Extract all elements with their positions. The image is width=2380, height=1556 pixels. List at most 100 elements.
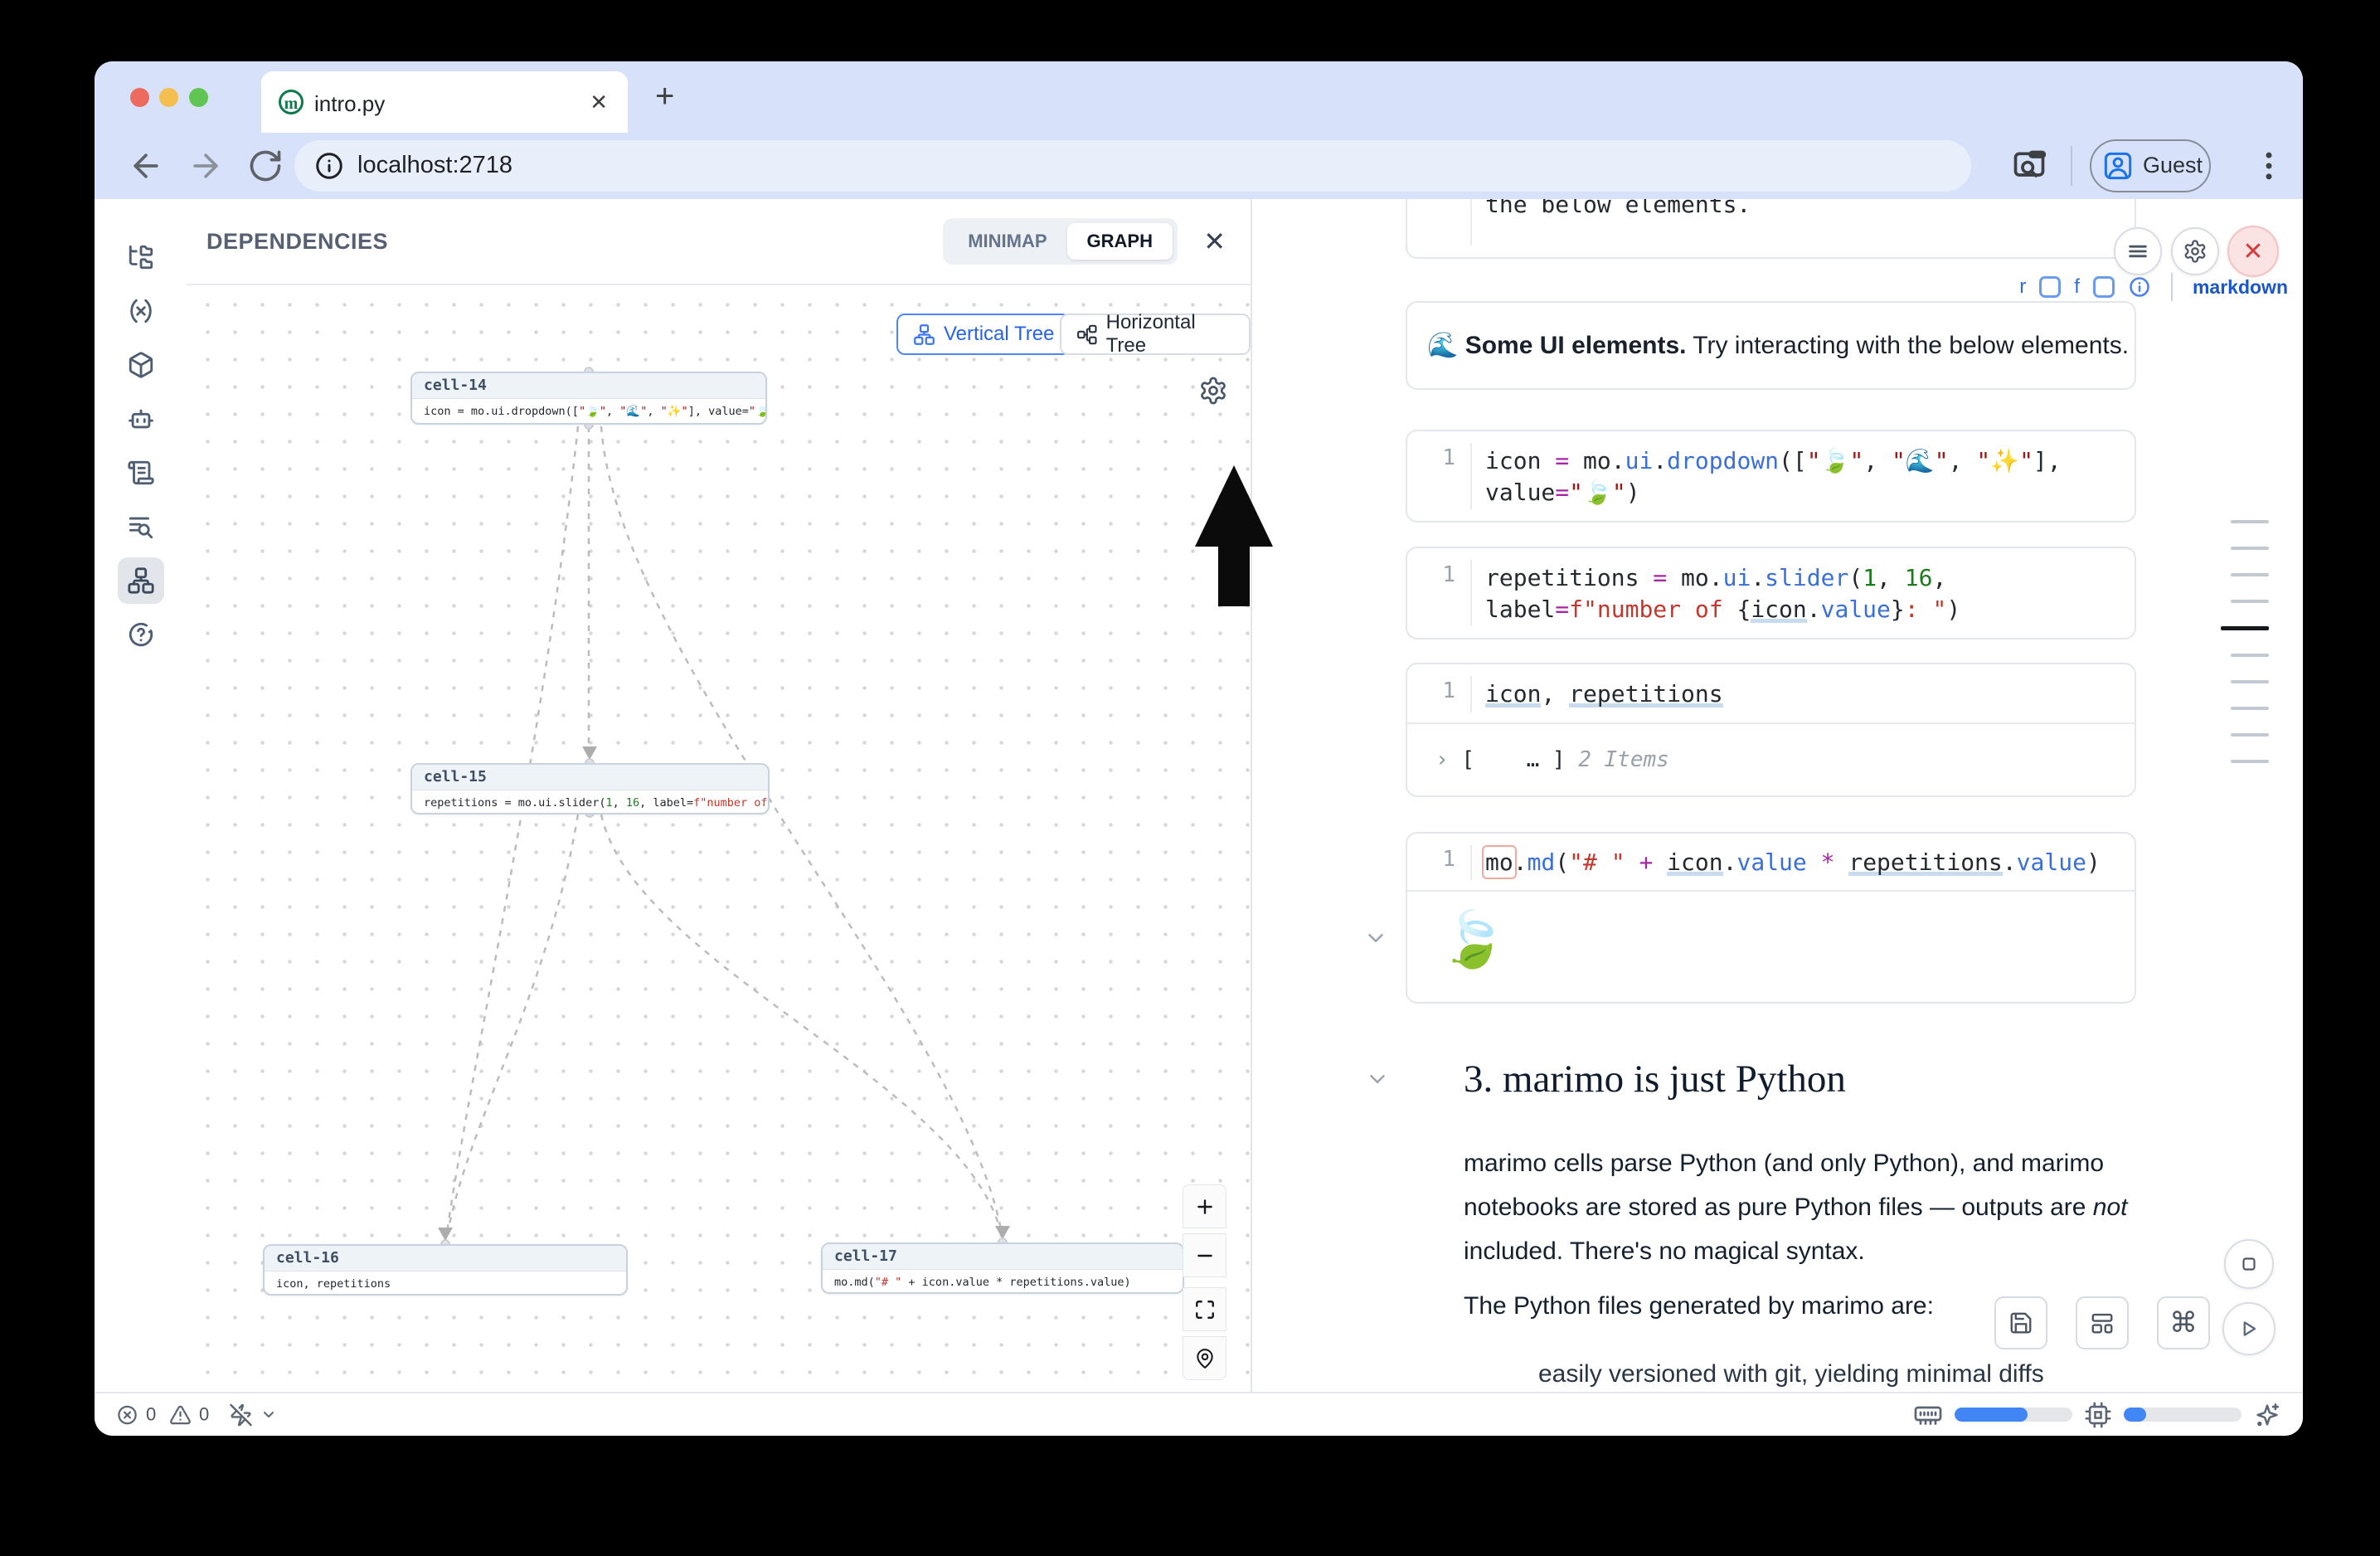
collapsed-output[interactable]: › [ … ] 2 Items bbox=[1435, 747, 1669, 772]
minimap-dash[interactable] bbox=[2231, 707, 2269, 710]
layout-icon bbox=[2090, 1310, 2115, 1335]
cell-output[interactable]: › [ … ] 2 Items bbox=[1407, 722, 2135, 795]
graph-node-cell-15[interactable]: cell-15 repetitions = mo.ui.slider(1, 16… bbox=[410, 763, 770, 814]
horizontal-tree-button[interactable]: Horizontal Tree bbox=[1060, 314, 1251, 355]
tab-minimap[interactable]: MINIMAP bbox=[948, 223, 1066, 260]
tab-close-icon[interactable]: ✕ bbox=[590, 90, 608, 115]
warnings-indicator[interactable]: 0 bbox=[169, 1403, 209, 1426]
reactive-toggle-label[interactable]: r bbox=[2019, 275, 2026, 299]
fit-view-button[interactable] bbox=[1183, 1287, 1226, 1331]
format-checkbox[interactable] bbox=[2093, 276, 2115, 298]
packages-icon[interactable] bbox=[127, 351, 155, 379]
vertical-tree-button[interactable]: Vertical Tree bbox=[896, 314, 1071, 355]
markdown-output-cell[interactable]: 🌊 Some UI elements. Try interacting with… bbox=[1406, 301, 2136, 390]
node-title: cell-15 bbox=[412, 765, 768, 790]
stop-square-icon bbox=[2238, 1253, 2260, 1275]
site-info-icon[interactable] bbox=[314, 151, 344, 181]
code-line: mo.md("# " + icon.value * repetitions.va… bbox=[1485, 847, 2126, 878]
panel-close-icon[interactable]: ✕ bbox=[1203, 226, 1226, 257]
chevron-down-icon bbox=[260, 1407, 277, 1423]
layout-button[interactable] bbox=[2076, 1296, 2129, 1349]
guest-avatar-icon bbox=[2101, 149, 2135, 182]
node-code: mo.md("# " + icon.value * repetitions.va… bbox=[823, 1270, 1183, 1294]
minimap-dash[interactable] bbox=[2231, 520, 2269, 523]
logs-search-icon[interactable] bbox=[127, 513, 155, 541]
help-icon[interactable] bbox=[127, 620, 155, 649]
url-text[interactable]: localhost:2718 bbox=[357, 152, 512, 179]
profile-button[interactable]: Guest bbox=[2090, 139, 2211, 192]
forward-icon[interactable] bbox=[187, 148, 224, 184]
tab-graph[interactable]: GRAPH bbox=[1067, 223, 1173, 260]
interrupt-button[interactable] bbox=[2224, 1239, 2274, 1289]
memory-usage-fill bbox=[1955, 1408, 2028, 1422]
section-chevron-icon[interactable] bbox=[1365, 1067, 1390, 1092]
traffic-zoom-button[interactable] bbox=[189, 88, 208, 107]
dependency-edges bbox=[187, 284, 1251, 1393]
code-cell-md[interactable]: 1 mo.md("# " + icon.value * repetitions.… bbox=[1406, 832, 2136, 1004]
browser-tab[interactable]: m intro.py ✕ bbox=[261, 71, 628, 133]
markdown-source-cell[interactable]: 1 **🌊 Some UI elements.** Try interactin… bbox=[1406, 199, 2136, 259]
locate-node-button[interactable] bbox=[1183, 1336, 1226, 1380]
resource-usage bbox=[1913, 1400, 2281, 1430]
minimap-dash[interactable] bbox=[2221, 626, 2269, 630]
traffic-minimize-button[interactable] bbox=[159, 88, 178, 107]
file-explorer-icon[interactable] bbox=[127, 243, 155, 271]
graph-settings-gear-icon[interactable] bbox=[1198, 376, 1228, 406]
traffic-close-button[interactable] bbox=[130, 88, 149, 107]
command-icon: ⌘ bbox=[2169, 1306, 2198, 1340]
leaf-emoji-output: 🍃 bbox=[1439, 910, 1507, 968]
graph-canvas[interactable]: cell-14 icon = mo.ui.dropdown(["🍃", "🌊",… bbox=[187, 284, 1251, 1393]
format-toggle-label[interactable]: f bbox=[2074, 275, 2080, 299]
shutdown-button[interactable]: ✕ bbox=[2227, 226, 2279, 277]
memory-usage-bar[interactable] bbox=[1955, 1408, 2072, 1422]
variables-icon[interactable] bbox=[127, 297, 155, 325]
run-button[interactable] bbox=[2222, 1302, 2276, 1355]
minimap-dash[interactable] bbox=[2231, 547, 2269, 550]
minimap-dash[interactable] bbox=[2231, 600, 2269, 603]
code-line: icon = mo.ui.dropdown(["🍃", "🌊", "✨"], bbox=[1485, 445, 2126, 477]
runtime-config-button[interactable] bbox=[229, 1403, 277, 1427]
ai-sparkles-icon[interactable] bbox=[2253, 1401, 2281, 1429]
graph-node-cell-16[interactable]: cell-16 icon, repetitions bbox=[263, 1244, 628, 1296]
minimap-dash[interactable] bbox=[2231, 680, 2269, 683]
minimap-dash[interactable] bbox=[2231, 573, 2269, 576]
node-title: cell-16 bbox=[265, 1246, 626, 1272]
snippets-scroll-icon[interactable] bbox=[127, 459, 155, 487]
markdown-language-label[interactable]: markdown bbox=[2193, 276, 2288, 299]
error-circle-icon bbox=[116, 1403, 138, 1426]
minimap-dash[interactable] bbox=[2231, 760, 2269, 763]
collapse-chevron-icon[interactable] bbox=[1363, 926, 1388, 951]
warning-count: 0 bbox=[199, 1404, 209, 1426]
errors-indicator[interactable]: 0 bbox=[116, 1403, 156, 1426]
code-cell-dropdown[interactable]: 1 icon = mo.ui.dropdown(["🍃", "🌊", "✨"],… bbox=[1406, 430, 2136, 523]
search-tabs-icon[interactable] bbox=[2011, 148, 2047, 184]
code-cell-tuple[interactable]: 1 icon, repetitions › [ … ] 2 Items bbox=[1406, 663, 2136, 797]
error-count: 0 bbox=[146, 1404, 156, 1426]
cpu-usage-bar[interactable] bbox=[2124, 1408, 2242, 1422]
marimo-favicon-icon: m bbox=[279, 90, 304, 114]
cell-output[interactable]: 🍃 bbox=[1407, 890, 2135, 1002]
minimap-dash[interactable] bbox=[2231, 654, 2269, 657]
cpu-usage-fill bbox=[2124, 1408, 2146, 1422]
code-cell-slider[interactable]: 1 repetitions = mo.ui.slider(1, 16, labe… bbox=[1406, 547, 2136, 639]
graph-node-cell-17[interactable]: cell-17 mo.md("# " + icon.value * repeti… bbox=[821, 1242, 1184, 1294]
save-button[interactable] bbox=[1994, 1296, 2047, 1349]
zoom-in-button[interactable] bbox=[1183, 1184, 1226, 1228]
kebab-menu-icon[interactable] bbox=[2251, 148, 2287, 184]
ai-chat-icon[interactable] bbox=[127, 405, 155, 433]
keyboard-shortcuts-button[interactable]: ⌘ bbox=[2157, 1296, 2210, 1349]
dependencies-graph-icon[interactable] bbox=[127, 566, 155, 595]
notebook-settings-button[interactable] bbox=[2171, 227, 2219, 275]
notebook-menu-button[interactable] bbox=[2114, 227, 2162, 275]
reactive-checkbox[interactable] bbox=[2039, 276, 2061, 298]
minimap-dash[interactable] bbox=[2231, 733, 2269, 737]
reload-icon[interactable] bbox=[247, 148, 284, 184]
zoom-out-button[interactable] bbox=[1183, 1233, 1226, 1277]
graph-node-cell-14[interactable]: cell-14 icon = mo.ui.dropdown(["🍃", "🌊",… bbox=[410, 372, 767, 425]
warning-triangle-icon bbox=[169, 1403, 192, 1426]
back-icon[interactable] bbox=[128, 148, 164, 184]
url-bar[interactable]: localhost:2718 bbox=[294, 140, 1971, 192]
horizontal-tree-label: Horizontal Tree bbox=[1106, 311, 1234, 357]
cell-info-icon[interactable] bbox=[2128, 275, 2151, 299]
new-tab-button[interactable]: + bbox=[655, 80, 674, 113]
